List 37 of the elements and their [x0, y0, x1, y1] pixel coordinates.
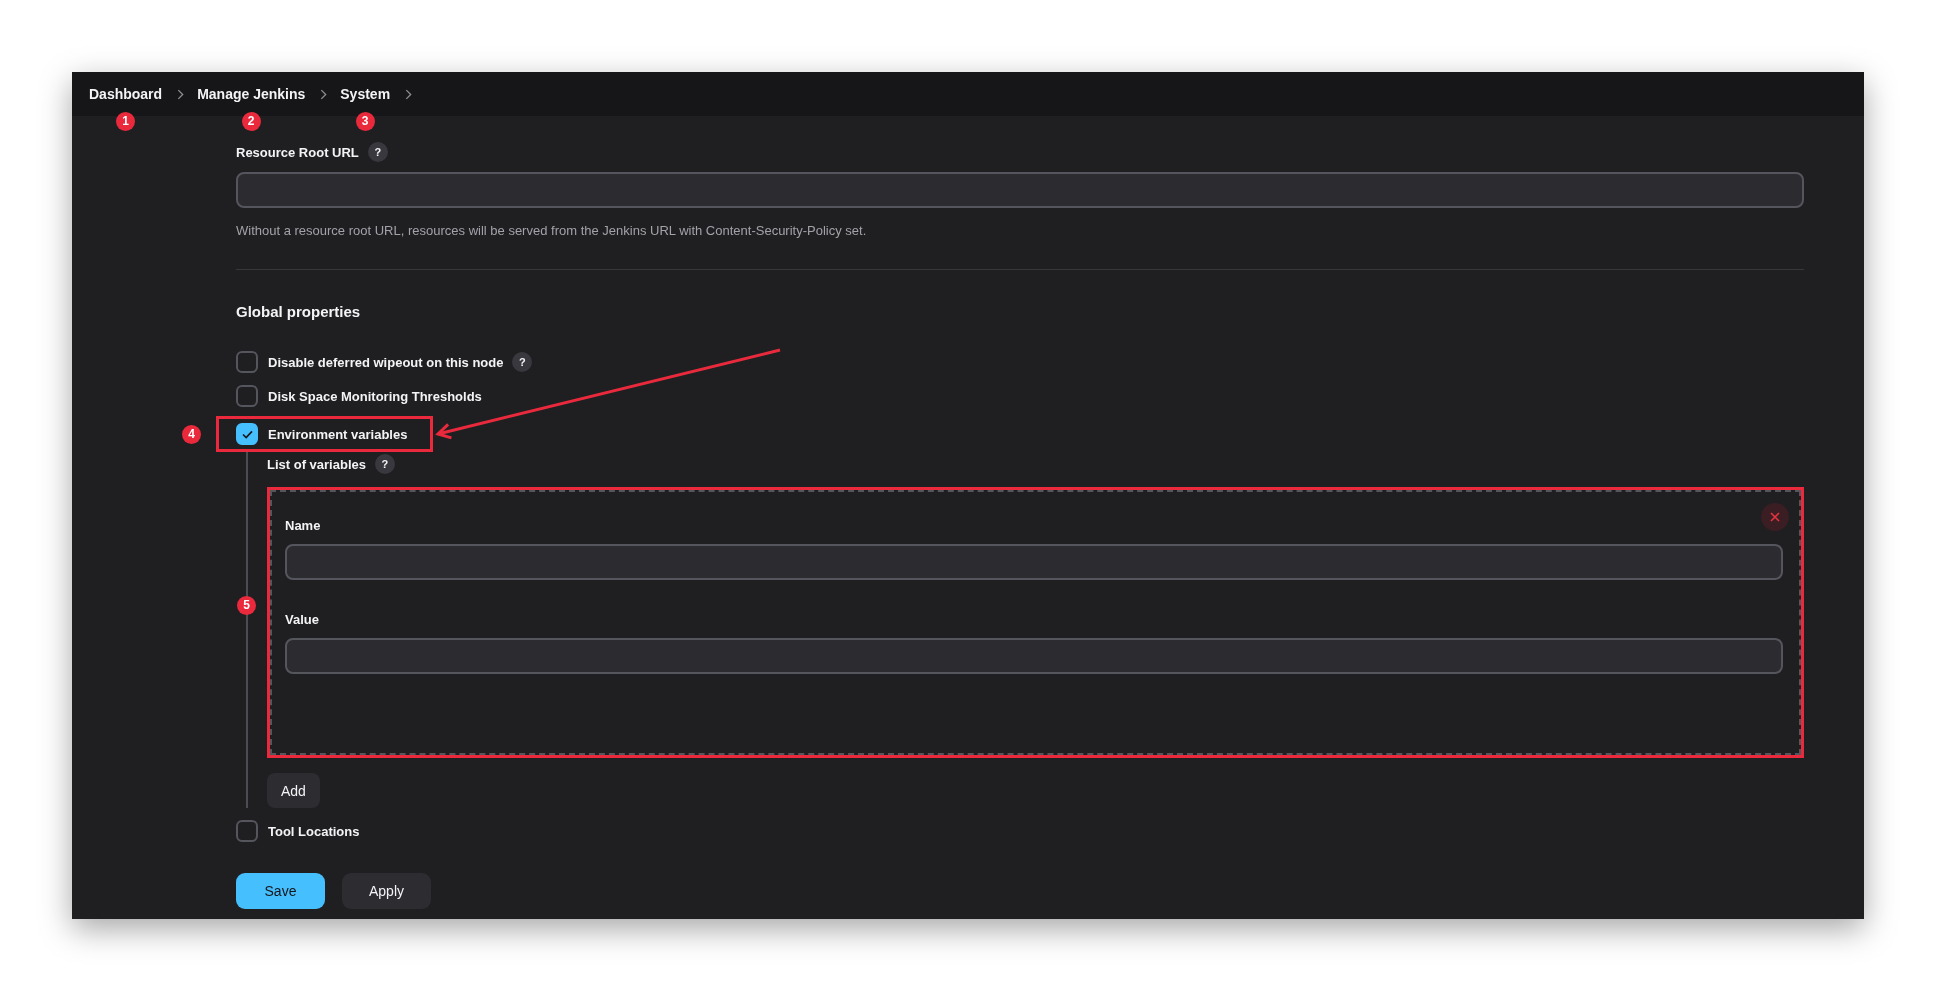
field-label: Resource Root URL [236, 144, 359, 160]
checkbox[interactable] [236, 385, 258, 407]
checkbox-label: Tool Locations [268, 823, 360, 839]
delete-button[interactable] [1761, 503, 1789, 531]
close-icon [1770, 512, 1780, 522]
breadcrumb-link[interactable]: Dashboard [89, 84, 163, 104]
breadcrumb-link[interactable]: Manage Jenkins [197, 84, 306, 104]
input-field[interactable] [285, 544, 1783, 580]
checkbox-label: Disk Space Monitoring Thresholds [268, 388, 482, 404]
chevron-icon [320, 88, 328, 100]
callout-marker: 1 [116, 112, 136, 131]
checkbox[interactable] [236, 351, 258, 373]
callout-marker: 5 [237, 596, 256, 615]
apply-button[interactable]: Apply [342, 873, 432, 909]
help-button[interactable]: ? [367, 142, 388, 162]
callout-marker: 2 [241, 112, 261, 131]
checkbox[interactable] [236, 820, 258, 842]
checkbox[interactable] [236, 423, 258, 445]
callout-marker: 4 [182, 424, 201, 444]
save-button[interactable]: Save [236, 873, 325, 909]
checkbox-label: Environment variables [268, 426, 408, 442]
field-label: Value [285, 611, 319, 629]
breadcrumb-link[interactable]: System [340, 84, 391, 104]
checkbox-label: Disable deferred wipeout on this node [268, 354, 504, 370]
help-button[interactable]: ? [512, 352, 533, 372]
section-heading: Global properties [236, 302, 361, 322]
input-field[interactable] [285, 638, 1783, 674]
chevron-icon [405, 88, 413, 100]
add-button[interactable]: Add [267, 773, 320, 808]
field-label: Name [285, 517, 321, 535]
field-description: Without a resource root URL, resources will be served from the Jenkins URL with Content-Security-Policy set. [236, 222, 867, 240]
checkmark-icon [241, 429, 253, 439]
callout-marker: 3 [355, 112, 375, 131]
input-field[interactable] [236, 172, 1804, 208]
field-label: List of variables [267, 456, 366, 472]
help-button[interactable]: ? [375, 454, 395, 474]
chevron-icon [177, 88, 185, 100]
